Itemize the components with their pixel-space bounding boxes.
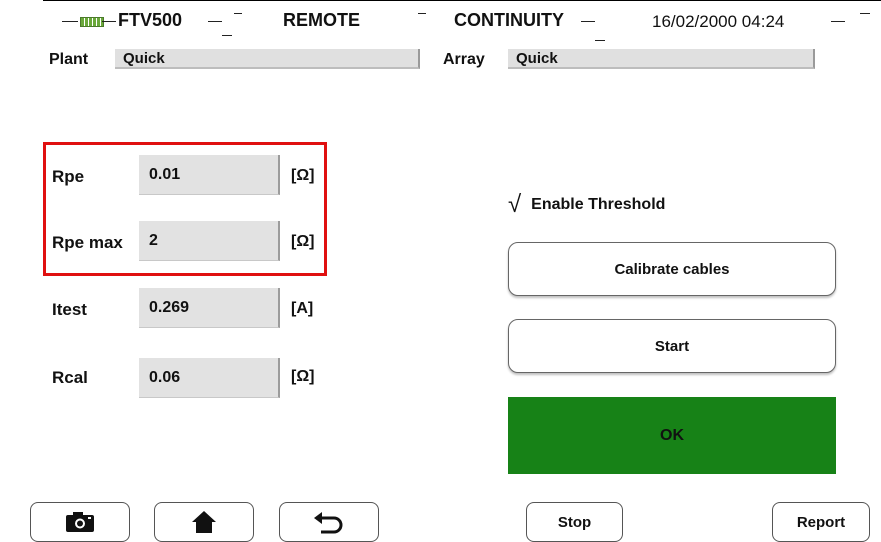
checkmark-icon: √ (508, 191, 522, 218)
calibrate-cables-label: Calibrate cables (614, 260, 730, 278)
start-button[interactable]: Start (508, 319, 836, 373)
result-status: OK (508, 397, 836, 474)
itest-value: 0.269 (149, 299, 190, 316)
home-icon (192, 511, 216, 533)
rcal-unit: [Ω] (291, 368, 315, 385)
start-label: Start (654, 337, 690, 355)
highlight-box (43, 142, 327, 276)
array-value: Quick (516, 50, 558, 67)
itest-label: Itest (52, 300, 87, 319)
stop-button[interactable]: Stop (526, 502, 623, 542)
plant-select[interactable]: Quick (115, 49, 420, 69)
report-label: Report (796, 513, 846, 531)
array-label: Array (443, 51, 485, 68)
itest-field: 0.269 (139, 288, 280, 328)
device-name: FTV500 (118, 10, 183, 30)
home-button[interactable] (154, 502, 254, 542)
rcal-label: Rcal (52, 368, 88, 387)
camera-icon (66, 512, 94, 532)
function-label: CONTINUITY (454, 10, 564, 30)
datetime: 16/02/2000 04:24 (652, 12, 785, 31)
rcal-field: 0.06 (139, 358, 280, 398)
array-select[interactable]: Quick (508, 49, 815, 69)
calibrate-cables-button[interactable]: Calibrate cables (508, 242, 836, 296)
stop-label: Stop (557, 513, 592, 531)
enable-threshold-label: Enable Threshold (531, 196, 666, 213)
rcal-value: 0.06 (149, 369, 181, 386)
result-label: OK (660, 426, 684, 444)
battery-icon (80, 17, 104, 27)
camera-button[interactable] (30, 502, 130, 542)
mode-label: REMOTE (283, 10, 361, 30)
plant-label: Plant (49, 51, 89, 68)
plant-value: Quick (123, 50, 165, 67)
itest-unit: [A] (291, 300, 314, 317)
enable-threshold-checkbox[interactable]: √ Enable Threshold (508, 193, 665, 217)
report-button[interactable]: Report (772, 502, 870, 542)
status-bar: FTV500 REMOTE CONTINUITY 16/02/2000 04:2… (0, 0, 881, 41)
back-arrow-icon (314, 512, 343, 534)
back-button[interactable] (279, 502, 379, 542)
